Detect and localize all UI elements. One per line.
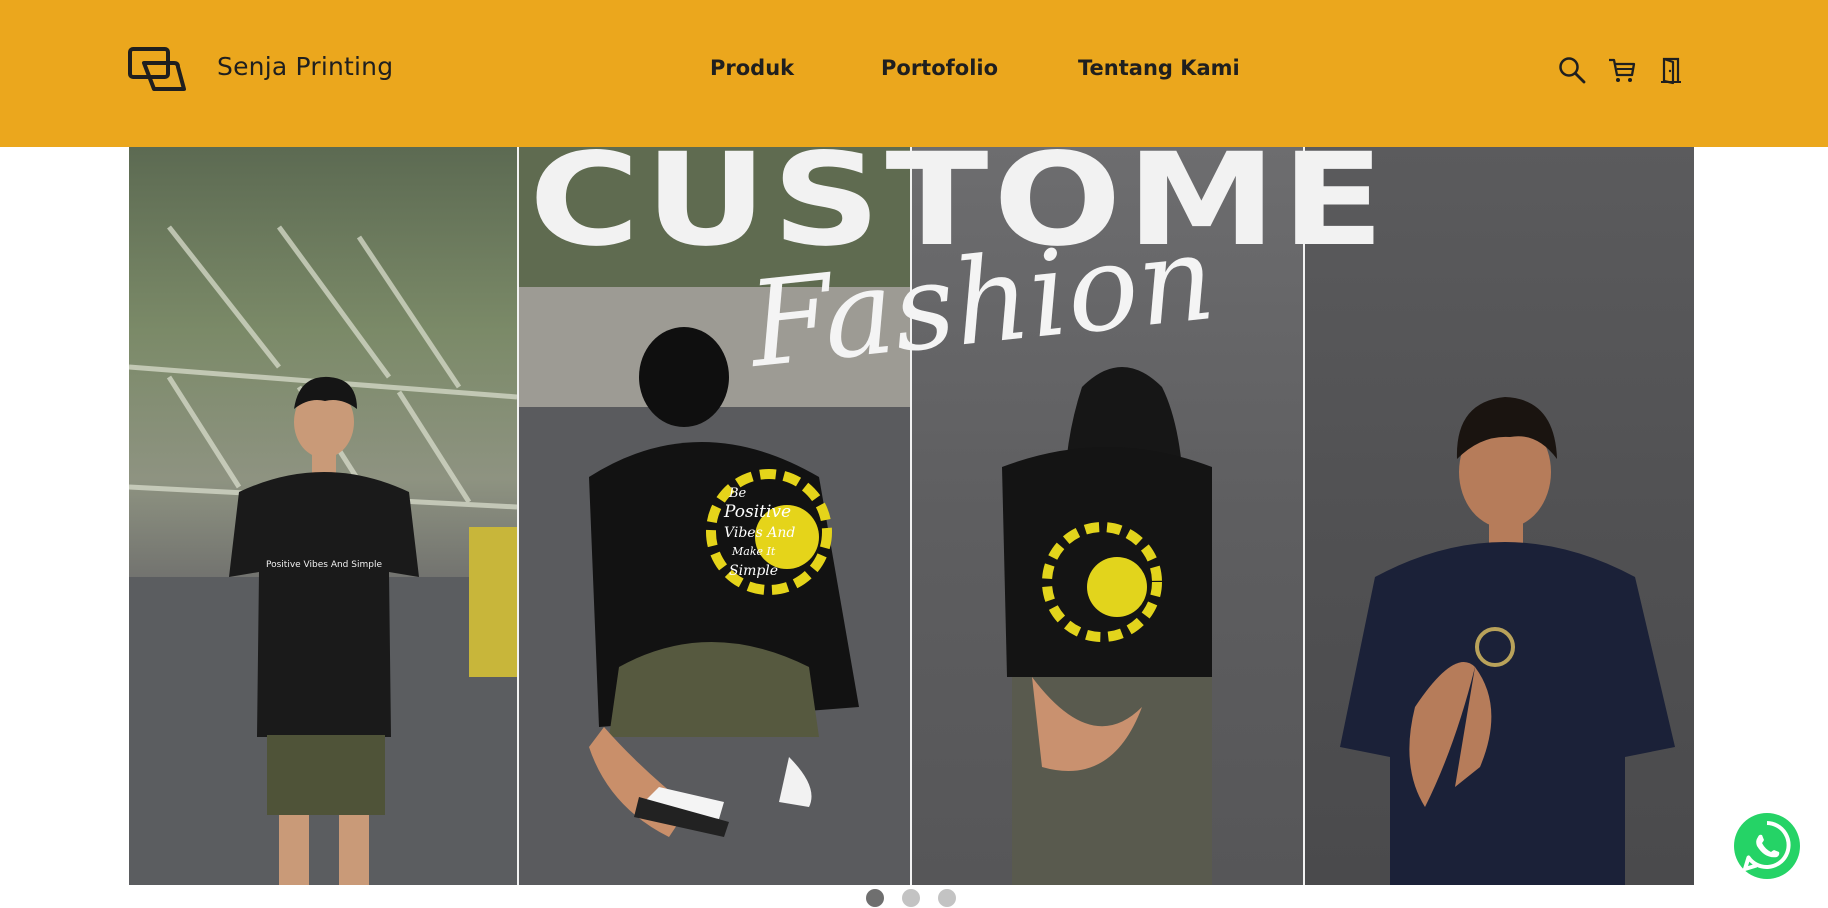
shirt-print-line-2: Positive: [723, 502, 791, 522]
photo-person-1: Positive Vibes And Simple: [129, 225, 517, 885]
cart-icon[interactable]: [1607, 55, 1637, 85]
nav-portofolio[interactable]: Portofolio: [881, 56, 998, 80]
hero-banner[interactable]: Positive Vibes And Simple Be Positive Vi…: [129, 147, 1694, 885]
carousel-dot-3[interactable]: [938, 889, 956, 907]
door-icon[interactable]: [1656, 55, 1686, 85]
shirt-print-front: Positive Vibes And Simple: [266, 560, 382, 570]
shirt-print-line-1: Be: [728, 486, 747, 501]
shirt-print-line-5: Simple: [729, 563, 778, 579]
nav-produk[interactable]: Produk: [710, 56, 794, 80]
site-header: Senja Printing Produk Portofolio Tentang…: [0, 0, 1828, 147]
logo-icon[interactable]: [128, 46, 188, 94]
nav-tentang-kami[interactable]: Tentang Kami: [1078, 56, 1240, 80]
carousel-dot-2[interactable]: [902, 889, 920, 907]
banner-photo-1: Positive Vibes And Simple: [129, 147, 517, 885]
brand-name[interactable]: Senja Printing: [217, 52, 393, 81]
shirt-print-line-4: Make It: [731, 545, 776, 558]
carousel-dot-1[interactable]: [866, 889, 884, 907]
panel-divider: [517, 147, 519, 885]
search-icon[interactable]: [1557, 55, 1587, 85]
shirt-print-line-3: Vibes And: [724, 525, 795, 541]
whatsapp-icon[interactable]: [1729, 808, 1805, 884]
